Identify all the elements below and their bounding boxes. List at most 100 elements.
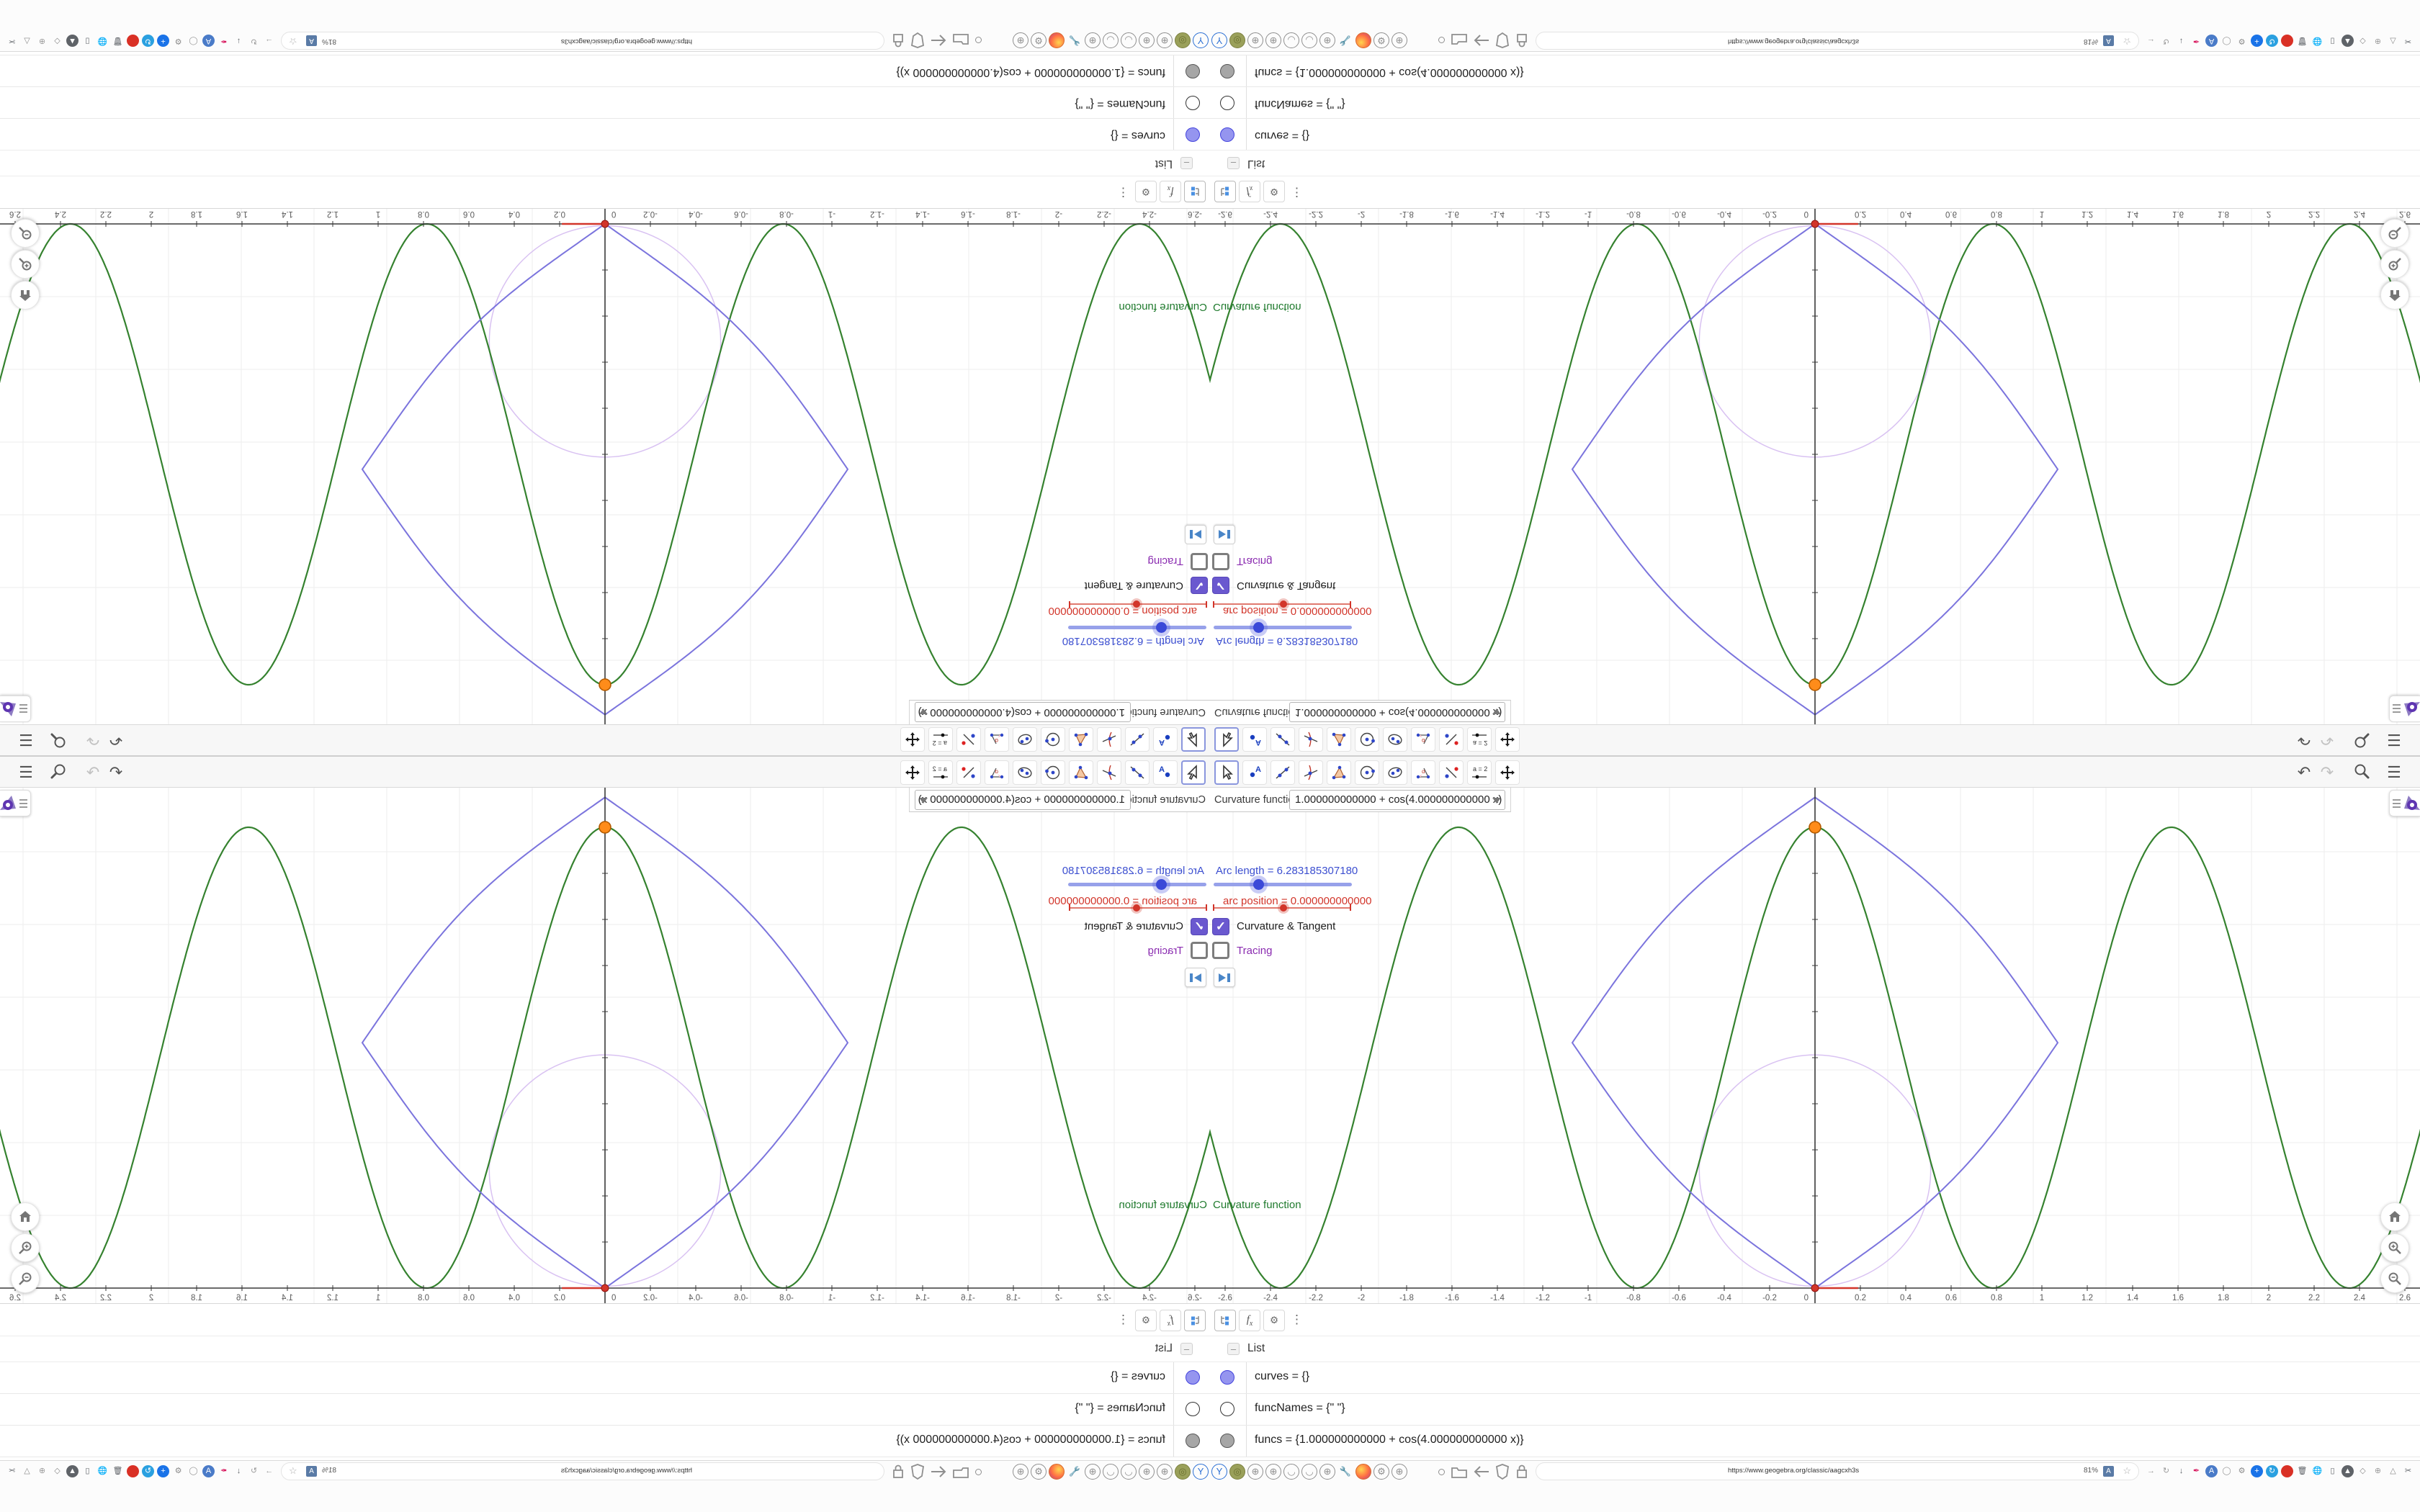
translate-icon[interactable]: A <box>2103 35 2114 46</box>
collapse-icon[interactable]: – <box>1227 1343 1240 1355</box>
zoom-out-button[interactable] <box>11 1264 40 1293</box>
search-icon[interactable] <box>2352 762 2372 783</box>
tool-move[interactable] <box>1214 727 1239 752</box>
paint-icon[interactable]: ✒ <box>218 35 230 47</box>
tree-view-icon[interactable] <box>1184 1310 1206 1331</box>
olive-icon[interactable]: ◎ <box>1229 1464 1245 1480</box>
list-group-row[interactable]: – List <box>1210 1336 2420 1362</box>
arc-position-point[interactable] <box>1811 220 1819 228</box>
tool-reflect-about-line[interactable] <box>1439 727 1464 752</box>
gear-icon[interactable]: ⚙ <box>2236 1465 2248 1477</box>
tool-move[interactable] <box>1181 727 1206 752</box>
tool-point[interactable]: A <box>1242 760 1267 785</box>
plus-blue-icon[interactable]: + <box>2251 35 2263 47</box>
tool-reflect-about-line[interactable] <box>1439 760 1464 785</box>
graphics-view[interactable]: -2.6 -2.4 -2.2 -2 -1.8 -1.6 -1.4 -1.2 -1 -0.8 -0.6… <box>0 788 1210 1303</box>
paint-icon[interactable]: ✒ <box>2190 1465 2202 1477</box>
arc-position-point[interactable] <box>601 1284 609 1292</box>
graph-canvas[interactable]: -2.6 -2.4 -2.2 -2 -1.8 -1.6 -1.4 -1.2 -1 -0.8 -0.6… <box>0 209 1210 724</box>
pin-blue-icon[interactable]: Y <box>1193 32 1209 48</box>
curve-point-marker[interactable] <box>599 678 611 691</box>
tool-ellipse[interactable] <box>1383 760 1407 785</box>
shield-dark-icon[interactable]: ▲ <box>66 1465 79 1477</box>
globe-icon[interactable]: ⊕ <box>1157 32 1173 48</box>
arc-position-point[interactable] <box>601 220 609 228</box>
step-animation-button[interactable] <box>1214 525 1235 544</box>
shield-icon[interactable] <box>1495 1464 1510 1480</box>
graph-canvas[interactable]: -2.6 -2.4 -2.2 -2 -1.8 -1.6 -1.4 -1.2 -1 -0.8 -0.6… <box>0 788 1210 1303</box>
firefox-icon[interactable] <box>1355 32 1371 48</box>
oval-icon[interactable]: ◯ <box>187 1465 200 1477</box>
arc-length-slider-knob[interactable] <box>1156 622 1167 633</box>
battery-icon[interactable]: ▯ <box>2326 1465 2339 1477</box>
zoom-in-button[interactable] <box>2380 1233 2409 1262</box>
lock-icon[interactable] <box>892 32 905 48</box>
dot-red-icon[interactable] <box>127 1465 139 1477</box>
globe-icon[interactable]: ⊕ <box>1319 1464 1335 1480</box>
gauge-icon[interactable]: ◡ <box>1283 32 1299 48</box>
tool-polygon[interactable] <box>1327 727 1351 752</box>
fx-icon[interactable]: fx <box>1160 181 1181 202</box>
zoom-out-button[interactable] <box>11 219 40 248</box>
globe-icon[interactable]: ⊕ <box>1013 32 1028 48</box>
translate-icon[interactable]: A <box>2103 1466 2114 1477</box>
visibility-toggle-dot[interactable] <box>1186 1370 1200 1385</box>
bookmark-star-icon[interactable]: ☆ <box>289 1465 297 1477</box>
oval-icon[interactable]: ◯ <box>2220 35 2233 47</box>
back-arrow-icon[interactable] <box>929 1464 948 1479</box>
trash-icon[interactable]: 🗑 <box>2296 35 2308 47</box>
globe-color-icon[interactable]: 🌐 <box>2311 35 2323 47</box>
tool-line[interactable] <box>1270 760 1295 785</box>
curvature-tangent-checkbox[interactable]: ✓ <box>1191 918 1208 935</box>
arc-length-slider-track[interactable] <box>1068 626 1206 629</box>
chevron-down-icon[interactable] <box>919 798 928 804</box>
graphics-view[interactable]: -2.6 -2.4 -2.2 -2 -1.8 -1.6 -1.4 -1.2 -1 -0.8 -0.6… <box>1210 788 2420 1303</box>
algebra-row[interactable]: funcs = {1.000000000000 + cos(4.00000000… <box>1210 1426 2420 1457</box>
olive-icon[interactable]: ◎ <box>1229 32 1245 48</box>
tool-line[interactable] <box>1125 760 1150 785</box>
translate-icon[interactable]: A <box>306 1466 317 1477</box>
curvature-tangent-checkbox[interactable]: ✓ <box>1191 577 1208 594</box>
arc-position-slider-knob[interactable] <box>1133 904 1140 912</box>
gauge-icon[interactable]: ◡ <box>1121 1464 1137 1480</box>
gear-icon[interactable]: ⚙ <box>1031 1464 1047 1480</box>
tool-slider[interactable]: a = 2 <box>1467 760 1492 785</box>
trash-icon[interactable]: 🗑 <box>112 35 124 47</box>
algebra-row[interactable]: funcNames = {" "} <box>1210 86 2420 118</box>
gear2-icon[interactable]: ⚙ <box>0 35 3 47</box>
globe-icon[interactable]: ⊕ <box>1319 32 1335 48</box>
reload-icon[interactable]: ↻ <box>248 1465 260 1477</box>
tool-ellipse[interactable] <box>1013 727 1037 752</box>
globe-gray-icon[interactable]: ⊕ <box>2372 1465 2384 1477</box>
collapse-icon[interactable]: – <box>1227 157 1240 169</box>
tool-move-graphics-view[interactable] <box>1495 727 1520 752</box>
panel-toggle-logo-button[interactable] <box>0 696 31 722</box>
redo-button[interactable]: ↷ <box>2317 729 2337 750</box>
algebra-row[interactable]: curves = {} <box>0 1362 1210 1394</box>
algebra-row[interactable]: funcs = {1.000000000000 + cos(4.00000000… <box>0 55 1210 86</box>
firefox-icon[interactable] <box>1355 1464 1371 1480</box>
chevron-down-icon[interactable] <box>919 708 928 714</box>
sync-blue-icon[interactable]: ↻ <box>2266 1465 2278 1477</box>
tool-polygon[interactable] <box>1069 727 1093 752</box>
curve-point-marker[interactable] <box>1809 678 1821 691</box>
olive-icon[interactable]: ◎ <box>1175 32 1191 48</box>
globe-icon[interactable]: ⊕ <box>1013 1464 1028 1480</box>
page-zoom-badge[interactable]: 81% <box>2084 37 2098 45</box>
fx-icon[interactable]: fx <box>1160 1310 1181 1331</box>
globe-gray-icon[interactable]: ⊕ <box>36 1465 48 1477</box>
visibility-toggle-dot[interactable] <box>1220 1402 1234 1416</box>
globe-icon[interactable]: ⊕ <box>1247 1464 1263 1480</box>
tool-polygon[interactable] <box>1069 760 1093 785</box>
thumb-icon[interactable]: △ <box>2387 1465 2399 1477</box>
tracing-checkbox[interactable] <box>1191 553 1208 570</box>
tracing-checkbox[interactable] <box>1212 942 1229 959</box>
arc-position-slider-knob[interactable] <box>1133 600 1140 608</box>
tool-move-graphics-view[interactable] <box>1495 760 1520 785</box>
chevron-down-icon[interactable] <box>1492 708 1501 714</box>
kebab-menu-icon[interactable]: ⋮ <box>1291 1313 1303 1327</box>
function-input[interactable]: 1.000000000000 + cos(4.000000000000 x) <box>915 790 1131 810</box>
tool-angle[interactable]: α <box>1411 727 1435 752</box>
lock-icon[interactable] <box>1515 32 1528 48</box>
algebra-row[interactable]: funcNames = {" "} <box>0 86 1210 118</box>
